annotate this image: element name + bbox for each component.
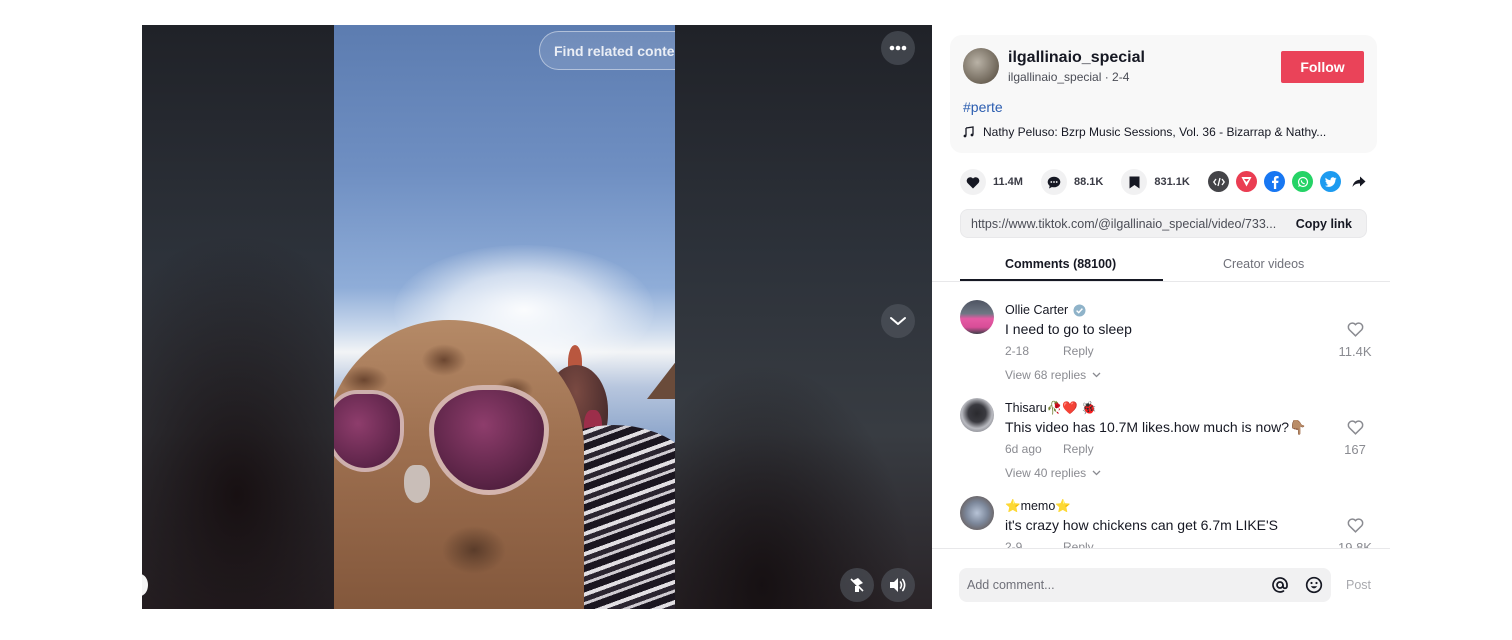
- comment-date: 6d ago: [1005, 442, 1042, 456]
- author-avatar[interactable]: [963, 48, 999, 84]
- post-comment-button[interactable]: Post: [1346, 578, 1371, 592]
- share-arrow-icon: [1352, 176, 1365, 187]
- comment-avatar[interactable]: [960, 300, 994, 334]
- comment-count: 88.1K: [1073, 176, 1104, 188]
- panel-tabs: Comments (88100) Creator videos: [932, 253, 1390, 282]
- send-to-friends-button[interactable]: [1236, 171, 1257, 192]
- comment-like-button[interactable]: 19.8K: [1334, 518, 1376, 548]
- heart-outline-icon: [1347, 322, 1363, 337]
- view-replies-button[interactable]: View 40 replies: [1005, 466, 1101, 480]
- verified-badge-icon: [1073, 304, 1086, 316]
- music-link[interactable]: Nathy Peluso: Bzrp Music Sessions, Vol. …: [963, 125, 1326, 139]
- reply-button[interactable]: Reply: [1063, 442, 1094, 456]
- video-player[interactable]: Find related content: [142, 25, 932, 609]
- comment-icon: [1047, 176, 1061, 188]
- comment-like-count: 11.4K: [1338, 344, 1372, 359]
- comment-like-count: 167: [1344, 442, 1366, 457]
- captions-toggle-button[interactable]: [840, 568, 874, 602]
- chevron-down-icon: [1092, 372, 1101, 378]
- comment-text: it's crazy how chickens can get 6.7m LIK…: [1005, 517, 1279, 533]
- comment-text: This video has 10.7M likes.how much is n…: [1005, 419, 1307, 435]
- comment-list[interactable]: Ollie Carter I need to go to sleep 2-18 …: [932, 283, 1390, 548]
- comment-avatar[interactable]: [960, 496, 994, 530]
- progress-handle[interactable]: [142, 574, 148, 596]
- comment-like-button[interactable]: 167: [1334, 420, 1376, 457]
- volume-button[interactable]: [881, 568, 915, 602]
- mention-button[interactable]: [1263, 576, 1297, 594]
- video-frame[interactable]: Find related content: [334, 25, 675, 609]
- save-button[interactable]: 831.1K: [1121, 169, 1190, 195]
- comment-avatar[interactable]: [960, 398, 994, 432]
- whatsapp-share-button[interactable]: [1292, 171, 1313, 192]
- like-button[interactable]: 11.4M: [960, 169, 1023, 195]
- author-info-card: ilgallinaio_special ilgallinaio_special …: [950, 35, 1377, 153]
- chevron-down-icon: [890, 317, 906, 325]
- heart-outline-icon: [1347, 518, 1363, 533]
- active-tab-indicator: [960, 279, 1163, 281]
- comment-text: I need to go to sleep: [1005, 321, 1132, 337]
- whatsapp-icon: [1297, 176, 1308, 187]
- volume-icon: [890, 578, 906, 592]
- bookmark-icon: [1129, 176, 1140, 188]
- comment-item: Ollie Carter I need to go to sleep 2-18 …: [960, 283, 1380, 382]
- embed-button[interactable]: [1208, 171, 1229, 192]
- more-horizontal-icon: [889, 45, 907, 51]
- emoji-button[interactable]: [1297, 576, 1331, 594]
- copy-link-button[interactable]: Copy link: [1282, 217, 1366, 231]
- engagement-stats: 11.4M 88.1K 831.1K: [960, 169, 1208, 195]
- more-options-button[interactable]: [881, 31, 915, 65]
- video-link-field[interactable]: https://www.tiktok.com/@ilgallinaio_spec…: [960, 209, 1367, 238]
- at-mention-icon: [1272, 577, 1288, 593]
- save-count: 831.1K: [1154, 176, 1190, 188]
- chevron-down-icon: [1092, 470, 1101, 476]
- embed-icon: [1212, 177, 1225, 186]
- tab-creator-videos[interactable]: Creator videos: [1223, 257, 1304, 271]
- follow-button[interactable]: Follow: [1281, 51, 1364, 83]
- reply-button[interactable]: Reply: [1063, 540, 1094, 548]
- captions-off-icon: [850, 578, 864, 592]
- emoji-icon: [1305, 576, 1323, 594]
- send-to-friends-icon: [1241, 177, 1252, 187]
- comment-item: ⭐memo⭐ it's crazy how chickens can get 6…: [960, 479, 1380, 548]
- comment-like-button[interactable]: 11.4K: [1334, 322, 1376, 359]
- comment-item: Thisaru🥀❤️ 🐞 This video has 10.7M likes.…: [960, 381, 1380, 480]
- comment-date: 2-18: [1005, 344, 1030, 358]
- author-display-name[interactable]: ilgallinaio_special: [1008, 49, 1145, 67]
- share-options: [1208, 171, 1369, 192]
- author-subline: ilgallinaio_special · 2-4: [1008, 70, 1130, 84]
- twitter-icon: [1324, 176, 1336, 187]
- view-replies-button[interactable]: View 68 replies: [1005, 368, 1101, 382]
- facebook-icon: [1271, 175, 1279, 189]
- music-title: Nathy Peluso: Bzrp Music Sessions, Vol. …: [983, 125, 1327, 139]
- facebook-share-button[interactable]: [1264, 171, 1285, 192]
- twitter-share-button[interactable]: [1320, 171, 1341, 192]
- add-comment-input[interactable]: Add comment...: [959, 568, 1331, 602]
- more-share-button[interactable]: [1348, 171, 1369, 192]
- reply-button[interactable]: Reply: [1063, 344, 1094, 358]
- heart-outline-icon: [1347, 420, 1363, 435]
- add-comment-placeholder[interactable]: Add comment...: [967, 578, 1263, 592]
- video-roof: [647, 355, 675, 399]
- music-note-icon: [963, 126, 974, 138]
- next-video-button[interactable]: [881, 304, 915, 338]
- related-search-bar[interactable]: Find related content: [539, 31, 675, 70]
- related-search-input[interactable]: Find related content: [554, 43, 675, 59]
- like-count: 11.4M: [993, 176, 1023, 188]
- heart-icon: [966, 176, 980, 188]
- tab-comments[interactable]: Comments (88100): [1005, 257, 1116, 271]
- video-details-panel: ilgallinaio_special ilgallinaio_special …: [932, 25, 1390, 609]
- comment-button[interactable]: 88.1K: [1040, 169, 1104, 195]
- comment-username[interactable]: Ollie Carter: [1005, 303, 1086, 317]
- video-chicken-beak: [404, 465, 430, 503]
- hashtag-link[interactable]: #perte: [963, 99, 1003, 115]
- comment-username[interactable]: Thisaru🥀❤️ 🐞: [1005, 401, 1097, 416]
- comment-like-count: 19.8K: [1338, 540, 1372, 548]
- video-url[interactable]: https://www.tiktok.com/@ilgallinaio_spec…: [971, 217, 1282, 231]
- comment-username[interactable]: ⭐memo⭐: [1005, 499, 1071, 514]
- comment-composer: Add comment... Post: [932, 548, 1390, 609]
- comment-date: 2-9: [1005, 540, 1023, 548]
